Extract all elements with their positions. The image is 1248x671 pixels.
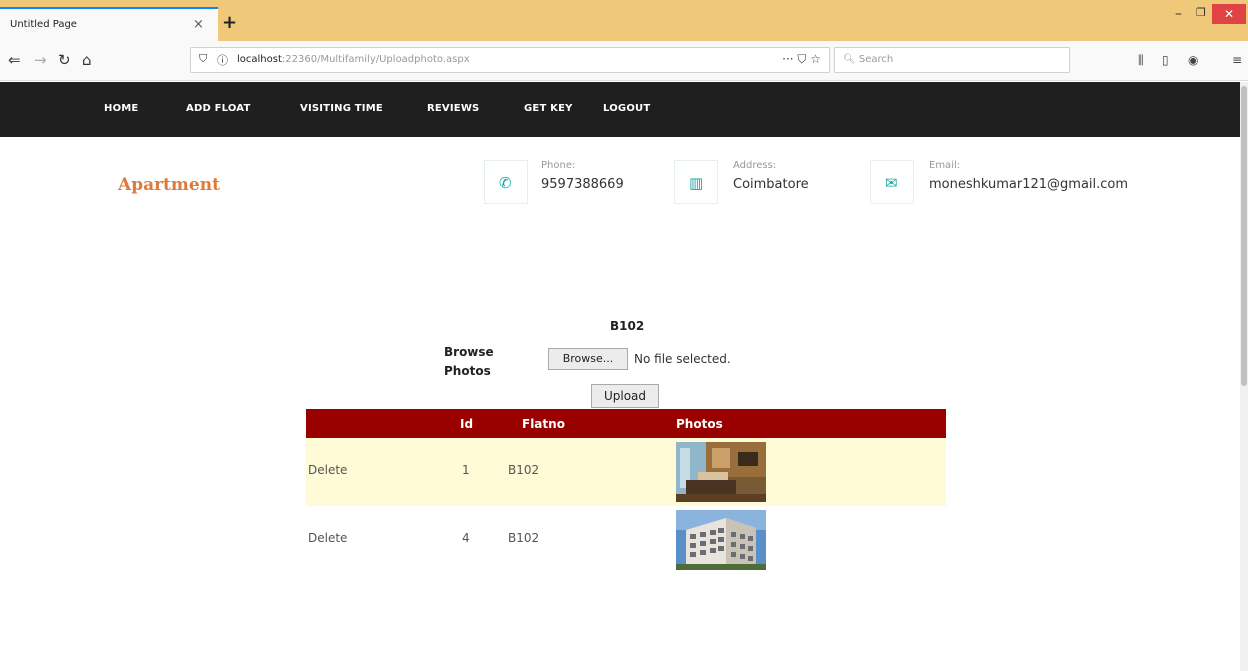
address-label: Address: [733,160,777,171]
email-label: Email: [929,160,961,171]
nav-add-float[interactable]: ADD FLOAT [186,103,251,114]
table-row: Delete 1 B102 [306,438,946,506]
url-path: :22360/Multifamily/Uploadphoto.aspx [281,54,470,65]
url-actions-icon[interactable]: ··· ⛉ ☆ [782,52,821,67]
brand-logo[interactable]: Apartment [118,175,220,195]
row-id: 1 [462,463,470,477]
back-icon[interactable]: ⇐ [8,51,21,69]
phone-label: Phone: [541,160,576,171]
forward-icon[interactable]: → [34,51,47,69]
nav-visiting-time[interactable]: VISITING TIME [300,103,383,114]
home-icon[interactable]: ⌂ [82,51,92,69]
url-bar[interactable]: ⛉ ⓘ localhost:22360/Multifamily/Uploadph… [190,47,830,73]
table-header: Id Flatno Photos [306,409,946,438]
phone-icon-box: ✆ [484,160,528,204]
nav-home[interactable]: HOME [104,103,138,114]
upload-button[interactable]: Upload [591,384,659,408]
delete-link[interactable]: Delete [308,463,347,477]
email-icon-box: ✉ [870,160,914,204]
flat-number-title: B102 [610,319,645,333]
search-placeholder-text: Search [858,54,894,65]
phone-icon: ✆ [499,174,512,192]
sidebar-icon[interactable]: ▯ [1162,53,1169,67]
reload-icon[interactable]: ↻ [58,51,71,69]
nav-logout[interactable]: LOGOUT [603,103,650,114]
browser-tab-bar: Untitled Page × + – ❐ ✕ [0,0,1248,41]
url-text: localhost:22360/Multifamily/Uploadphoto.… [237,54,470,65]
url-host: localhost [237,54,282,65]
info-icon[interactable]: ⓘ [217,52,228,68]
library-icon[interactable]: ⫼ [1138,53,1144,68]
new-tab-icon[interactable]: + [222,12,237,33]
tab-title: Untitled Page [10,19,77,30]
scrollbar-thumb[interactable] [1241,86,1247,386]
col-header-flatno: Flatno [522,417,565,431]
interior-photo [676,442,766,502]
nav-get-key[interactable]: GET KEY [524,103,573,114]
minimize-icon[interactable]: – [1175,6,1182,22]
delete-link[interactable]: Delete [308,531,347,545]
col-header-id: Id [460,417,474,431]
maximize-icon[interactable]: ❐ [1196,6,1206,19]
phone-value: 9597388669 [541,177,624,192]
browse-photos-label: Browse Photos [444,345,494,378]
building-photo [676,510,766,570]
browse-button[interactable]: Browse... [548,348,628,370]
row-id: 4 [462,531,470,545]
table-row: Delete 4 B102 [306,506,946,574]
account-icon[interactable]: ◉ [1188,53,1198,67]
row-flatno: B102 [508,531,540,545]
col-header-photos: Photos [676,417,723,431]
browser-tab[interactable]: Untitled Page × [0,7,218,41]
search-icon: 🔍︎ [843,54,859,65]
address-icon-box: ▥ [674,160,718,204]
site-nav: HOME ADD FLOAT VISITING TIME REVIEWS GET… [0,82,1248,137]
menu-icon[interactable]: ≡ [1232,53,1242,67]
search-placeholder: 🔍︎ Search [843,54,893,65]
building-icon: ▥ [689,174,704,192]
file-status-text: No file selected. [634,352,731,366]
search-bar[interactable]: 🔍︎ Search [834,47,1070,73]
nav-reviews[interactable]: REVIEWS [427,103,479,114]
shield-icon[interactable]: ⛉ [199,52,207,66]
email-value: moneshkumar121@gmail.com [929,177,1129,192]
tab-close-icon[interactable]: × [193,17,204,32]
browser-toolbar: ⇐ → ↻ ⌂ ⛉ ⓘ localhost:22360/Multifamily/… [0,41,1248,81]
photos-table: Id Flatno Photos Delete 1 B102 Delete 4 … [306,409,946,574]
address-value: Coimbatore [733,177,809,192]
envelope-icon: ✉ [885,174,898,192]
row-flatno: B102 [508,463,540,477]
window-close-icon[interactable]: ✕ [1212,4,1246,24]
